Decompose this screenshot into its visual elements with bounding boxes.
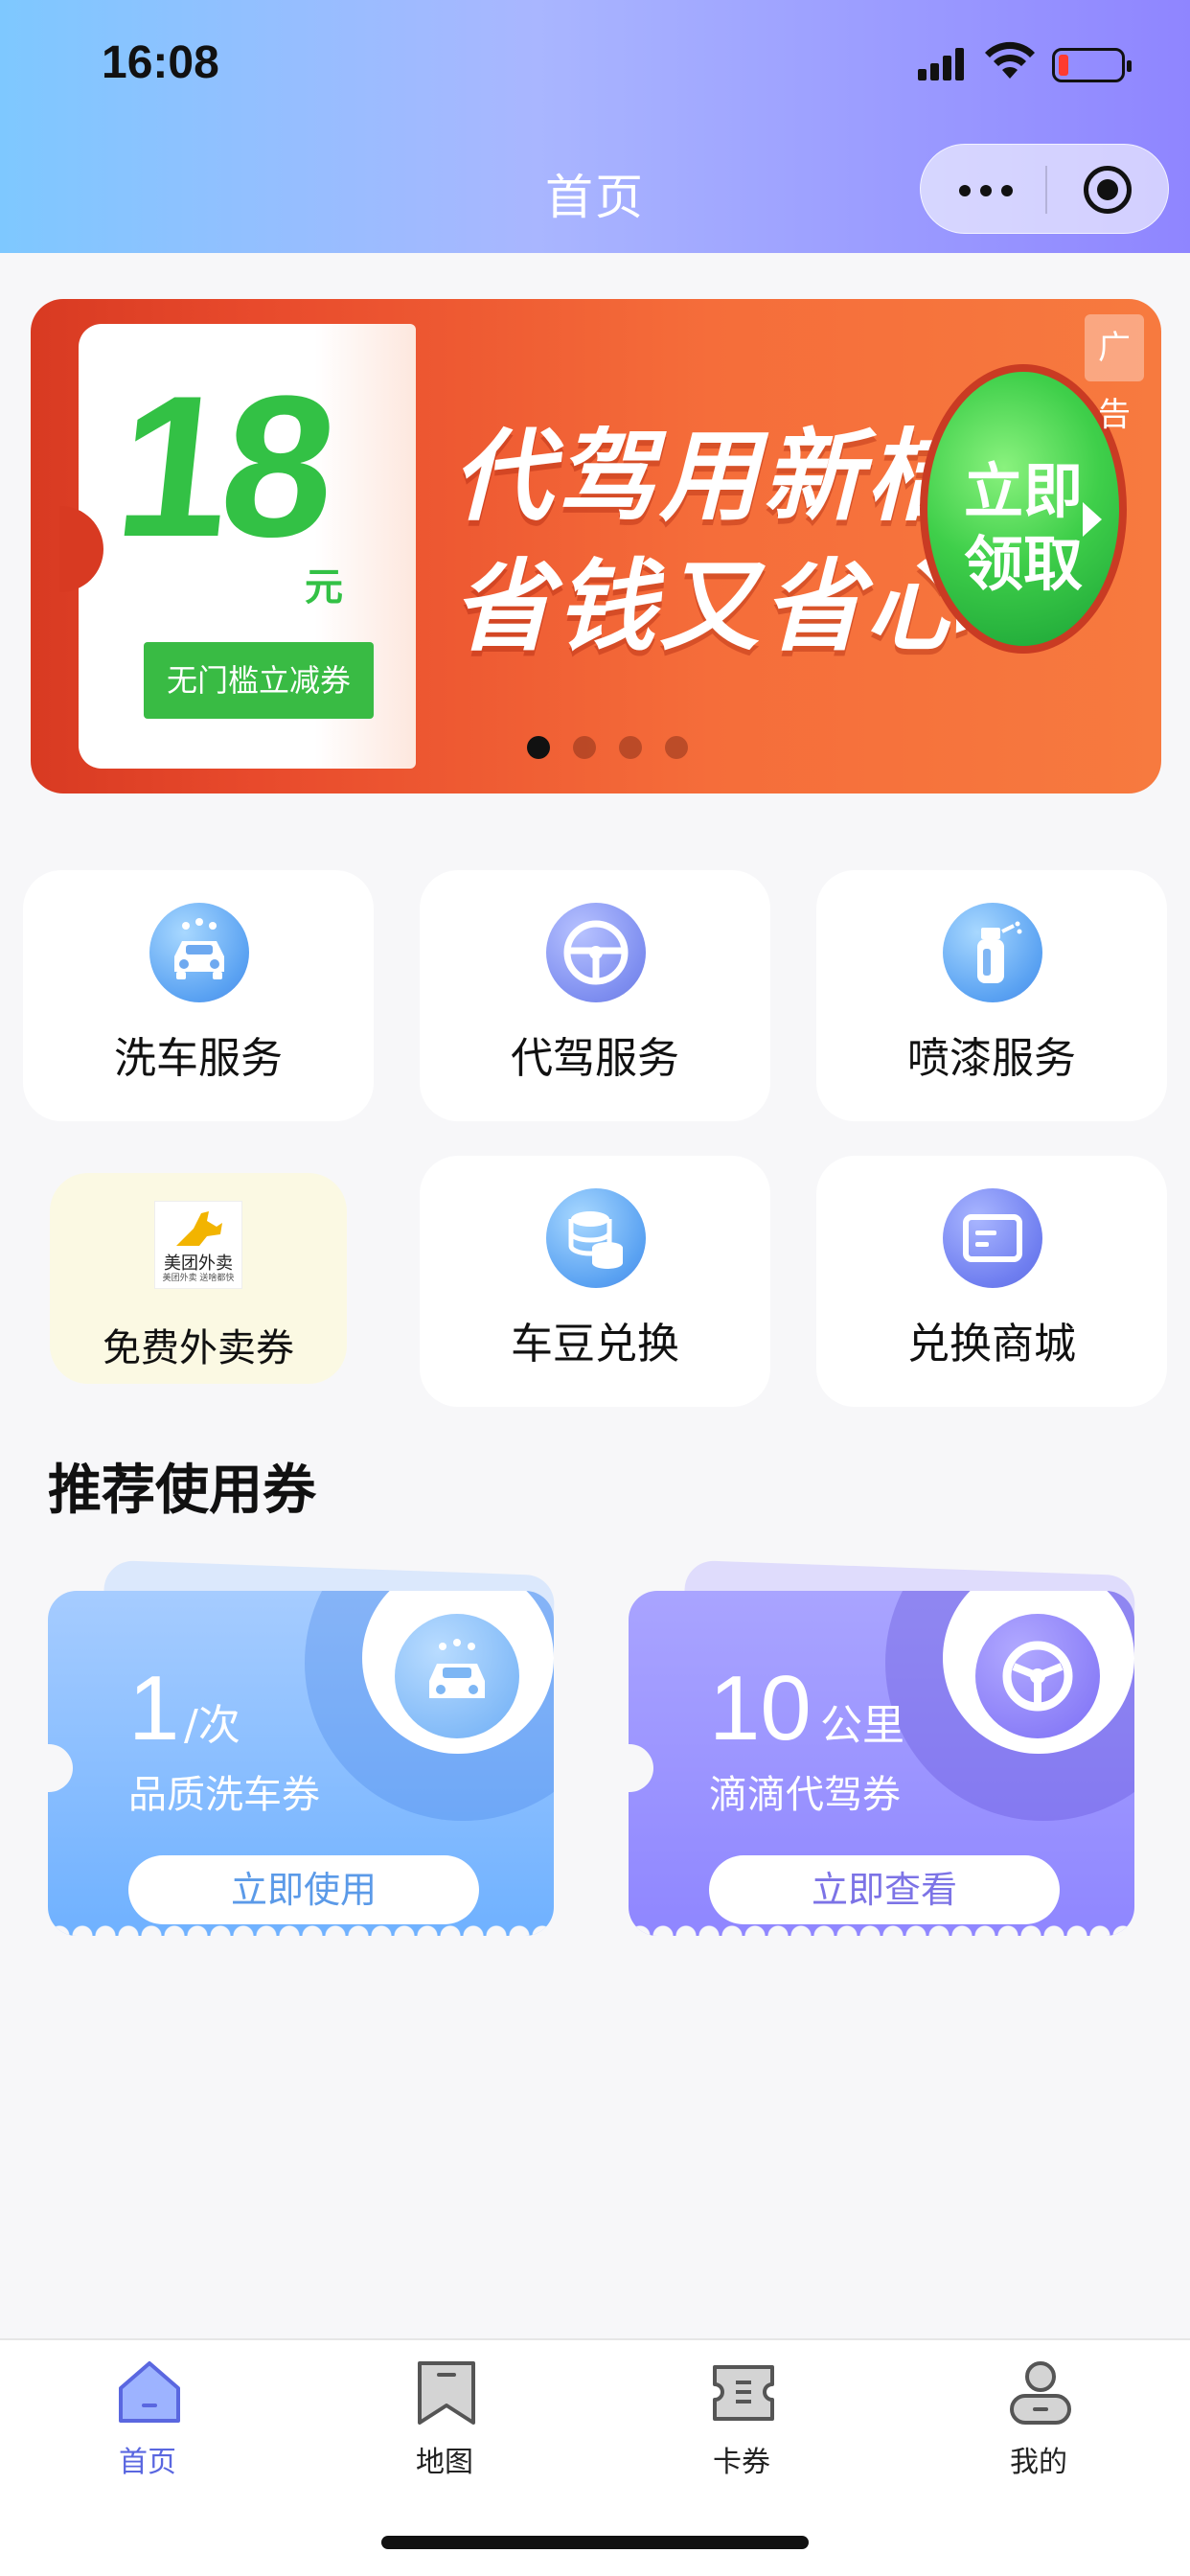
coupon-desc: 品质洗车券 — [128, 1773, 320, 1817]
coupon-card-car-wash[interactable]: 1 /次 品质洗车券 立即使用 — [48, 1559, 584, 1945]
kangaroo-icon — [176, 1211, 222, 1246]
tab-map[interactable]: 地图 — [330, 2356, 560, 2490]
banner-coupon-unit: 元 — [305, 565, 343, 610]
spray-can-icon — [943, 903, 1042, 1002]
meituan-logo-sub: 美团外卖 送啥都快 — [162, 1274, 235, 1283]
service-designated-driver[interactable]: 代驾服务 — [420, 870, 770, 1121]
promo-banner[interactable]: 18 元 无门槛立减券 代驾用新桔 省钱又省心 立即 领取 广告 — [31, 299, 1161, 794]
section-title: 推荐使用券 — [48, 1460, 316, 1522]
battery-icon — [1052, 48, 1132, 82]
pagination-dot[interactable] — [573, 736, 596, 759]
cellular-signal-icon — [918, 46, 968, 80]
tab-profile[interactable]: 我的 — [924, 2356, 1154, 2490]
close-miniprogram-icon[interactable] — [1084, 166, 1132, 214]
more-options-icon[interactable] — [959, 173, 1026, 206]
ticket-perforation — [48, 1922, 554, 1936]
ad-badge: 广告 — [1085, 314, 1144, 434]
service-exchange-mall[interactable]: 兑换商城 — [816, 1156, 1167, 1407]
card-icon — [943, 1188, 1042, 1288]
tab-label: 地图 — [416, 2446, 473, 2479]
pagination-dot[interactable] — [619, 736, 642, 759]
capsule-divider — [1045, 166, 1047, 214]
header-bar: 16:08 首页 — [0, 0, 1190, 253]
car-wash-icon — [149, 903, 249, 1002]
coupon-value: 10 — [709, 1657, 812, 1760]
coupon-card-designated-driver[interactable]: 10 公里 滴滴代驾券 立即查看 — [629, 1559, 1165, 1945]
home-icon — [119, 2361, 180, 2423]
tab-coupons[interactable]: 卡券 — [627, 2356, 857, 2490]
banner-coupon-amount: 18 — [106, 354, 339, 579]
ticket-notch — [629, 1744, 653, 1792]
status-time: 16:08 — [102, 37, 219, 88]
coupon-ticket: 10 公里 滴滴代驾券 立即查看 — [629, 1591, 1134, 1936]
service-label: 喷漆服务 — [907, 1034, 1076, 1083]
coupon-desc: 滴滴代驾券 — [709, 1773, 901, 1817]
steering-wheel-icon — [975, 1614, 1100, 1738]
service-label: 代驾服务 — [511, 1034, 679, 1083]
wifi-icon — [985, 41, 1035, 79]
pagination-dot[interactable] — [665, 736, 688, 759]
miniprogram-capsule — [920, 144, 1169, 234]
service-label: 免费外卖券 — [103, 1326, 294, 1370]
service-free-takeout-coupon[interactable]: 美团外卖 美团外卖 送啥都快 免费外卖券 — [50, 1173, 347, 1384]
banner-coupon-tag: 无门槛立减券 — [144, 642, 374, 719]
service-label: 洗车服务 — [114, 1034, 283, 1083]
profile-icon — [1010, 2361, 1071, 2425]
ticket-perforation — [629, 1922, 1134, 1936]
service-paint-spray[interactable]: 喷漆服务 — [816, 870, 1167, 1121]
service-car-wash[interactable]: 洗车服务 — [23, 870, 374, 1121]
play-arrow-icon — [1083, 502, 1102, 537]
car-wash-icon — [395, 1614, 519, 1738]
tab-label: 首页 — [119, 2446, 176, 2479]
coupon-value: 1 — [128, 1657, 180, 1760]
use-now-button[interactable]: 立即使用 — [128, 1855, 479, 1924]
banner-slogan-line2: 省钱又省心 — [452, 548, 971, 665]
pagination-dot[interactable] — [527, 736, 550, 759]
tab-home[interactable]: 首页 — [33, 2356, 263, 2490]
coupon-unit: /次 — [184, 1701, 240, 1750]
home-indicator[interactable] — [381, 2536, 809, 2549]
meituan-logo: 美团外卖 美团外卖 送啥都快 — [155, 1202, 241, 1288]
steering-wheel-icon — [546, 903, 646, 1002]
banner-slogan-line1: 代驾用新桔 — [452, 418, 971, 535]
coins-stack-icon — [546, 1188, 646, 1288]
coupon-unit: 公里 — [820, 1701, 904, 1750]
coupon-icon — [713, 2365, 774, 2421]
service-chedou-exchange[interactable]: 车豆兑换 — [420, 1156, 770, 1407]
tab-label: 我的 — [1010, 2446, 1067, 2479]
ticket-notch — [48, 1744, 73, 1792]
map-icon — [418, 2361, 475, 2425]
tab-label: 卡券 — [713, 2446, 770, 2479]
view-now-button[interactable]: 立即查看 — [709, 1855, 1060, 1924]
coupon-ticket: 1 /次 品质洗车券 立即使用 — [48, 1591, 554, 1936]
claim-now-button[interactable]: 立即 领取 — [920, 364, 1127, 654]
service-label: 兑换商城 — [907, 1320, 1076, 1368]
service-label: 车豆兑换 — [511, 1320, 679, 1368]
